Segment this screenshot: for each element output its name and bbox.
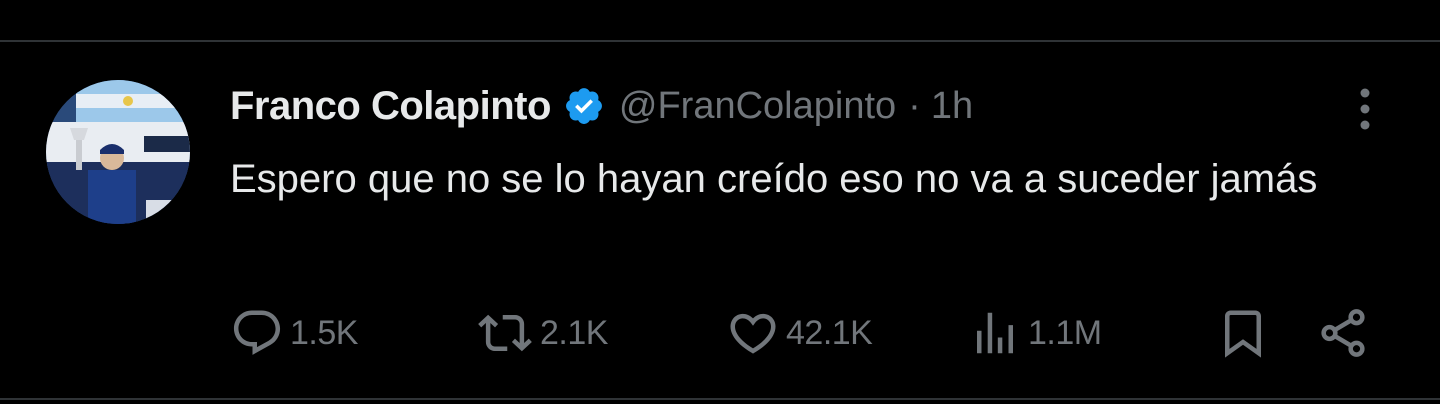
separator-dot: · — [908, 84, 921, 127]
verified-badge-icon — [563, 85, 605, 127]
top-divider — [0, 40, 1440, 42]
display-name[interactable]: Franco Colapinto — [230, 84, 551, 129]
reply-button[interactable]: 1.5K — [230, 306, 358, 360]
share-button[interactable] — [1316, 306, 1370, 360]
avatar-image — [46, 80, 190, 224]
reply-icon — [233, 310, 281, 355]
retweet-count: 2.1K — [540, 313, 608, 352]
bookmark-icon — [1225, 310, 1261, 358]
more-vertical-icon — [1360, 88, 1370, 130]
bottom-divider — [0, 398, 1440, 400]
views-button[interactable]: 1.1M — [968, 306, 1102, 360]
heart-icon — [730, 313, 776, 354]
avatar[interactable] — [46, 80, 190, 224]
action-bar: 1.5K 2.1K 42.1K 1.1M — [0, 306, 1440, 360]
views-icon — [977, 312, 1013, 354]
timestamp[interactable]: 1h — [931, 85, 973, 128]
tweet-text: Espero que no se lo hayan creído eso no … — [230, 157, 1318, 201]
retweet-icon — [478, 314, 532, 352]
views-count: 1.1M — [1028, 313, 1102, 352]
more-options-button[interactable] — [1350, 84, 1380, 134]
tweet-header: Franco Colapinto @FranColapinto · 1h — [230, 76, 973, 136]
like-count: 42.1K — [786, 313, 873, 352]
retweet-button[interactable]: 2.1K — [476, 306, 608, 360]
reply-count: 1.5K — [290, 313, 358, 352]
like-button[interactable]: 42.1K — [726, 306, 873, 360]
handle[interactable]: @FranColapinto — [619, 85, 896, 128]
bookmark-button[interactable] — [1216, 306, 1270, 360]
share-icon — [1321, 309, 1365, 357]
